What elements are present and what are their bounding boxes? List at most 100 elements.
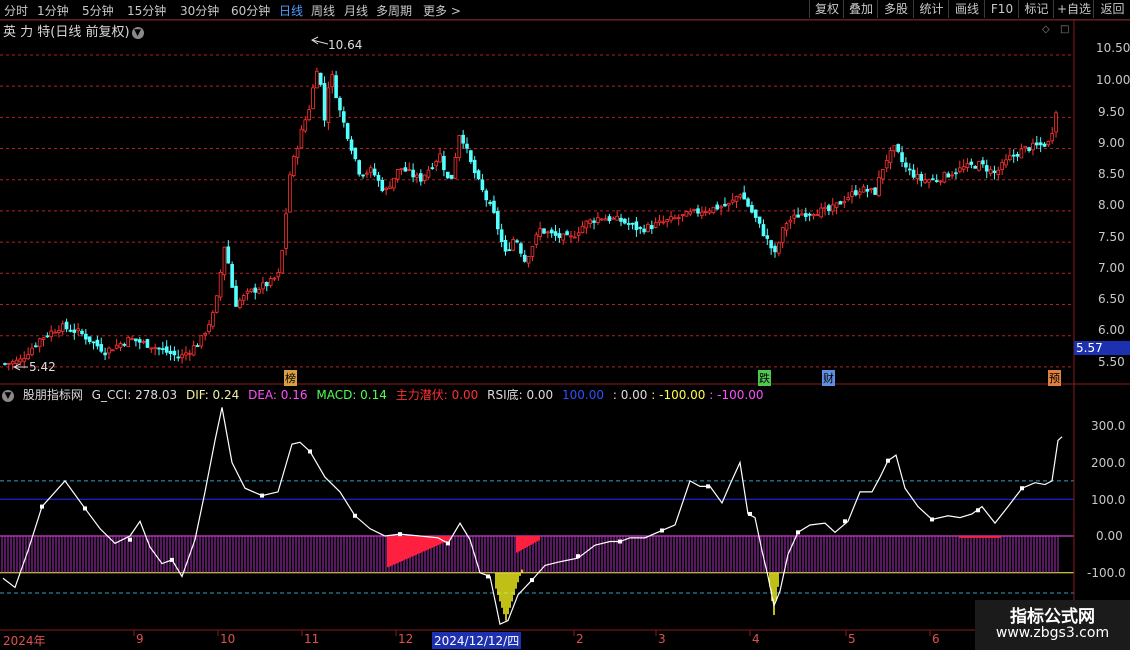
candle-body [830, 204, 835, 212]
candle-body [557, 233, 562, 238]
ind-value-dea: DEA: 0.16 [248, 388, 308, 402]
date-label: 3 [658, 632, 666, 646]
candle-body [576, 232, 581, 236]
cci-marker [40, 504, 44, 509]
ind-tick: 100.0 [1091, 493, 1126, 507]
candle-body [338, 97, 342, 111]
candle-body [650, 225, 654, 230]
candle-body [919, 173, 924, 181]
candle-body [45, 335, 50, 338]
candle-body [950, 174, 954, 177]
candle-body [34, 345, 38, 348]
candle-body [634, 221, 639, 231]
candle-body [330, 74, 335, 88]
price-tick: 8.00 [1098, 198, 1125, 212]
candle-body [854, 190, 858, 196]
marker-cai[interactable]: 财 [822, 370, 835, 386]
candle-body [992, 170, 997, 173]
candle-body [438, 153, 442, 163]
marker-bang[interactable]: 榜 [284, 370, 297, 386]
date-label: 9 [136, 632, 144, 646]
candle-body [846, 197, 850, 200]
candle-body [480, 179, 485, 191]
ind-tick: 0.00 [1096, 529, 1123, 543]
candle-body [642, 228, 646, 233]
candle-body [49, 330, 53, 338]
candle-body [307, 109, 311, 121]
candle-body [792, 214, 797, 219]
candle-body [191, 345, 196, 356]
chevron-down-icon[interactable]: ▼ [2, 389, 14, 402]
candle-body [488, 201, 492, 205]
ind-value-neg100a: : -100.00 [651, 388, 706, 402]
candle-body [322, 83, 327, 121]
candle-body [503, 239, 508, 252]
candle-body [1019, 148, 1024, 159]
marker-yu[interactable]: 预 [1048, 370, 1061, 386]
marker-die[interactable]: 跌 [758, 370, 771, 386]
candle-body [804, 213, 808, 217]
price-tick: 6.50 [1098, 292, 1125, 306]
price-grid [0, 54, 1074, 368]
ind-value-neg100b: : -100.00 [709, 388, 764, 402]
ind-value-100: 100.00 [562, 388, 605, 402]
candle-body [422, 174, 427, 181]
candle-body [927, 179, 931, 183]
candle-body [214, 295, 219, 313]
candle-body [896, 144, 900, 152]
candle-body [761, 224, 766, 237]
candle-body [453, 157, 458, 179]
candle-body [315, 70, 319, 89]
candle-body [141, 341, 146, 343]
candle-body [84, 333, 88, 340]
ind-value-zhuli: 主力潜伏: 0.00 [395, 388, 479, 402]
candle-body [730, 199, 735, 203]
candle-body [1038, 142, 1043, 146]
candle-body [900, 152, 904, 163]
candle-body [103, 352, 107, 356]
candle-body [680, 214, 685, 216]
candle-body [788, 219, 793, 223]
ind-value-zero: : 0.00 [612, 388, 648, 402]
ind-value-dif: DIF: 0.24 [185, 388, 240, 402]
candle-body [1004, 159, 1008, 166]
candle-body [311, 87, 315, 110]
candle-body [715, 204, 720, 210]
candle-body [415, 174, 419, 178]
candle-body [26, 354, 30, 360]
candle-body [449, 174, 454, 179]
candle-body [284, 213, 288, 249]
candle-body [911, 169, 916, 178]
candle-body [869, 187, 874, 191]
candle-body [226, 246, 231, 264]
candle-body [407, 169, 412, 171]
candle-body [149, 347, 154, 350]
candle-body [403, 167, 408, 172]
candle-body [958, 167, 962, 173]
candle-body [784, 223, 789, 231]
candle-body [942, 171, 947, 183]
candle-body [907, 168, 912, 171]
price-tick: 7.50 [1098, 230, 1125, 244]
kline-chart[interactable] [0, 0, 1130, 650]
date-label: 2 [576, 632, 584, 646]
cci-marker [706, 484, 710, 489]
candle-body [742, 192, 746, 200]
candle-body [838, 201, 843, 205]
candle-body [99, 344, 104, 352]
candle-body [565, 231, 569, 236]
candle-body [750, 205, 754, 213]
candle-body [426, 169, 431, 178]
candle-body [472, 159, 477, 174]
candle-body [368, 167, 373, 173]
candle-body [1008, 155, 1012, 161]
candle-body [126, 337, 131, 348]
candle-body [41, 337, 46, 340]
candle-body [3, 363, 7, 365]
indicator-name[interactable]: 股朋指标网 [23, 388, 83, 402]
candle-body [938, 180, 943, 183]
candle-body [30, 347, 34, 355]
candle-body [357, 160, 361, 175]
candle-body [969, 161, 974, 165]
candle-body [757, 216, 762, 224]
